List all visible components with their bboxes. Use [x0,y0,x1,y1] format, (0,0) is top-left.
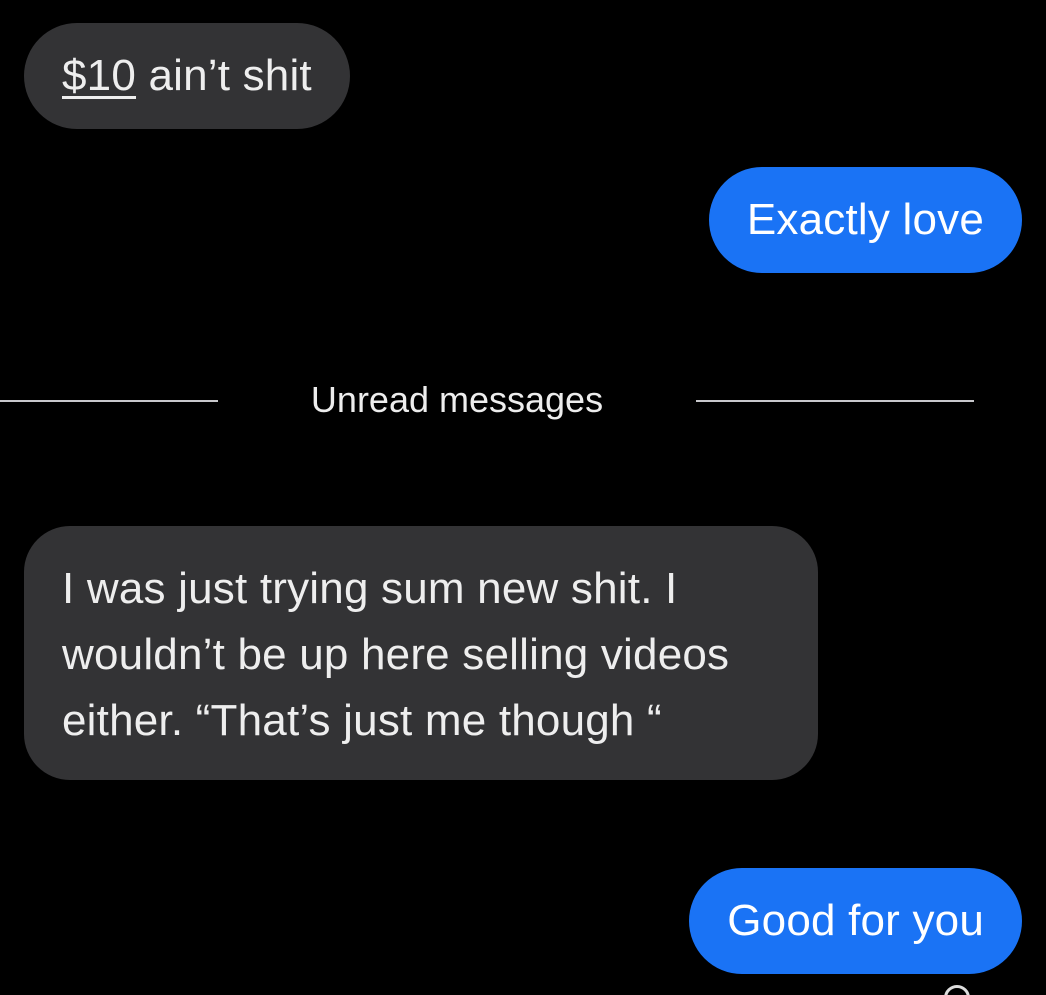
message-text: I was just trying sum new shit. I wouldn… [62,564,730,745]
unread-messages-label: Unread messages [310,379,604,420]
avatar [944,985,970,995]
divider-line-right [696,400,974,402]
message-text: Exactly love [746,195,984,244]
message-text: ain’t shit [136,51,312,100]
outgoing-message-bubble[interactable]: Good for you [689,868,1022,974]
outgoing-message-bubble[interactable]: Exactly love [708,167,1022,273]
money-link[interactable]: $10 [62,51,136,100]
unread-messages-divider: Unread messages [0,370,1046,430]
incoming-message-bubble[interactable]: I was just trying sum new shit. I wouldn… [24,526,818,780]
incoming-message-bubble[interactable]: $10 ain’t shit [24,23,350,129]
message-text: Good for you [727,896,984,945]
divider-line-left [0,400,218,402]
